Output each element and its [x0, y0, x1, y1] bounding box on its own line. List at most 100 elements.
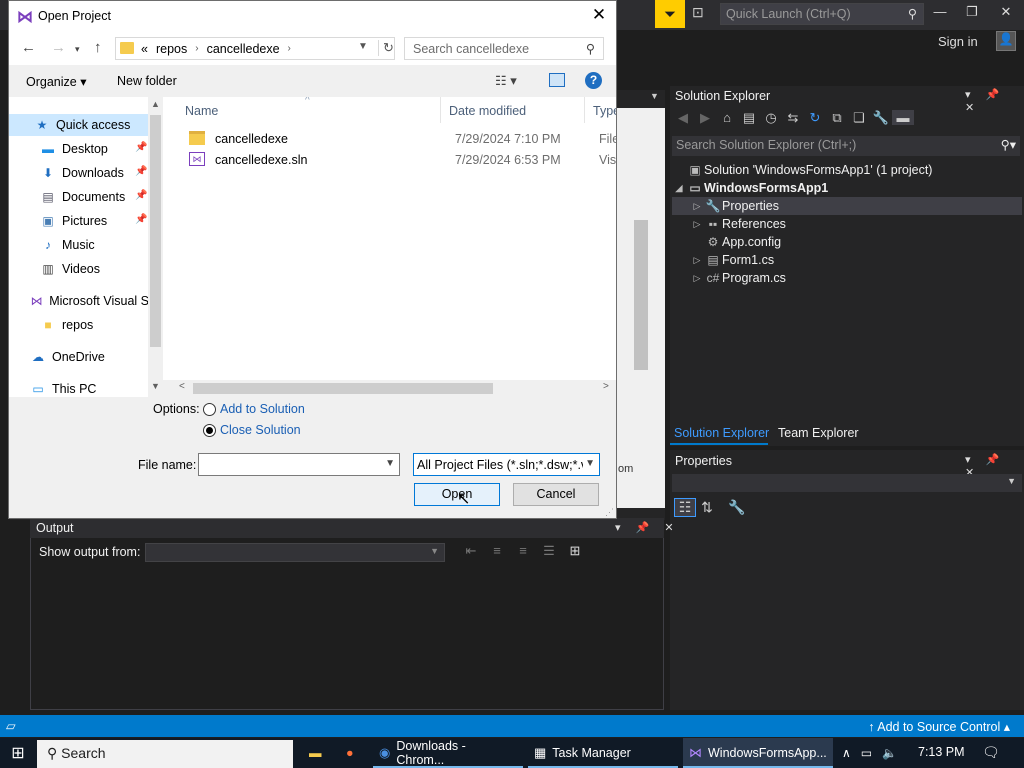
- file-explorer-icon[interactable]: ▬: [303, 738, 328, 768]
- expanded-arrow-icon[interactable]: ◢: [672, 183, 686, 194]
- file-row-folder[interactable]: cancelledexe 7/29/2024 7:10 PM File fo: [171, 129, 616, 149]
- nav-item-videos[interactable]: ▥ Videos: [9, 258, 149, 280]
- nav-item-repos[interactable]: ■ repos: [9, 314, 149, 336]
- feedback-icon[interactable]: ⊡: [692, 4, 712, 24]
- sync-icon[interactable]: ⇆: [782, 110, 804, 126]
- show-hidden-icons-icon[interactable]: ∧: [842, 746, 851, 760]
- breadcrumb-repos[interactable]: repos: [156, 42, 187, 56]
- scroll-up-icon[interactable]: ▲: [151, 99, 160, 109]
- nav-item-documents[interactable]: ▤ Documents 📌: [9, 186, 149, 208]
- breadcrumb-cancelledexe[interactable]: cancelledexe: [207, 42, 280, 56]
- solution-explorer-search[interactable]: Search Solution Explorer (Ctrl+;) ⚲▾: [672, 136, 1020, 156]
- add-to-source-control[interactable]: ↑ Add to Source Control ▴: [868, 719, 1010, 734]
- collapsed-arrow-icon[interactable]: ▷: [690, 201, 704, 212]
- address-bar[interactable]: « repos › cancelledexe › ▼ ↻: [115, 37, 395, 60]
- document-dropdown-icon[interactable]: ▼: [650, 91, 659, 101]
- switch-views-icon[interactable]: ▤: [738, 110, 760, 126]
- windows-start-icon[interactable]: ⊞: [0, 738, 36, 768]
- panel-window-buttons[interactable]: ▾ 📌 ✕: [615, 521, 680, 534]
- output-status-icon[interactable]: ▱: [6, 718, 16, 733]
- tab-solution-explorer[interactable]: Solution Explorer: [674, 426, 769, 440]
- word-wrap-icon[interactable]: ⊞: [562, 543, 588, 559]
- nav-item-music[interactable]: ♪ Music: [9, 234, 149, 256]
- cancel-button[interactable]: Cancel: [513, 483, 599, 506]
- filter-icon[interactable]: ⏷: [655, 0, 685, 28]
- taskbar-item-task-manager[interactable]: ▦ Task Manager: [528, 738, 678, 768]
- forward-icon[interactable]: ▶: [694, 110, 716, 126]
- resize-grip-icon[interactable]: ⋰: [605, 507, 614, 518]
- taskbar-item-visual-studio[interactable]: ⋈ WindowsFormsApp...: [683, 738, 833, 768]
- tree-item-solution[interactable]: ▣ Solution 'WindowsFormsApp1' (1 project…: [672, 161, 1022, 179]
- new-folder-button[interactable]: New folder: [117, 74, 177, 88]
- back-arrow-icon[interactable]: ←: [21, 39, 36, 56]
- folder-search-input[interactable]: Search cancelledexe ⚲: [404, 37, 604, 60]
- back-icon[interactable]: ◀: [672, 110, 694, 126]
- refresh-icon[interactable]: ↻: [804, 110, 826, 126]
- up-arrow-icon[interactable]: ↑: [94, 39, 102, 56]
- nav-item-desktop[interactable]: ▬ Desktop 📌: [9, 138, 149, 160]
- close-window-button[interactable]: ✕: [996, 4, 1016, 24]
- refresh-icon[interactable]: ↻: [378, 40, 394, 56]
- volume-muted-icon[interactable]: 🔈: [882, 746, 897, 760]
- nav-item-pictures[interactable]: ▣ Pictures 📌: [9, 210, 149, 232]
- output-source-select[interactable]: ▼: [145, 543, 445, 562]
- file-type-filter-select[interactable]: ▼ All Project Files (*.sln;*.dsw;*.vc: [413, 453, 600, 476]
- chevron-down-icon[interactable]: ▼: [385, 458, 395, 469]
- tree-item-project[interactable]: ◢ ▭ WindowsFormsApp1: [672, 179, 1022, 197]
- properties-object-select[interactable]: ▼: [672, 474, 1022, 492]
- tree-item-properties[interactable]: ▷ 🔧 Properties: [672, 197, 1022, 215]
- tree-item-app-config[interactable]: ⚙ App.config: [672, 233, 1022, 251]
- scroll-right-icon[interactable]: >: [603, 381, 609, 392]
- navigation-pane-scrollbar[interactable]: ▲ ▼: [148, 97, 163, 397]
- taskbar-item-chrome[interactable]: ◉ Downloads - Chrom...: [373, 738, 523, 768]
- nav-item-visual-studio[interactable]: ⋈ Microsoft Visual S: [9, 290, 149, 312]
- properties-wrench-icon[interactable]: 🔧: [870, 110, 892, 126]
- column-header-type[interactable]: Type: [585, 97, 616, 123]
- tree-item-program[interactable]: ▷ c# Program.cs: [672, 269, 1022, 287]
- taskbar-search[interactable]: ⚲ Search: [37, 740, 293, 768]
- recent-locations-icon[interactable]: ▾: [75, 44, 80, 55]
- preview-pane-icon[interactable]: [549, 73, 565, 87]
- scrollbar-thumb[interactable]: [193, 383, 493, 394]
- sign-in-link[interactable]: Sign in: [938, 34, 978, 49]
- dialog-close-button[interactable]: ✕: [589, 5, 609, 25]
- add-to-solution-radio[interactable]: Add to Solution: [203, 402, 305, 416]
- column-header-date-modified[interactable]: Date modified: [441, 97, 585, 123]
- collapsed-arrow-icon[interactable]: ▷: [690, 219, 704, 230]
- organize-button[interactable]: Organize ▾: [26, 74, 86, 89]
- file-name-input[interactable]: ▼: [198, 453, 400, 476]
- file-list-horizontal-scrollbar[interactable]: < >: [163, 380, 616, 397]
- notifications-icon[interactable]: 🗨: [982, 744, 1000, 761]
- breadcrumb-separator-icon[interactable]: ›: [195, 42, 198, 56]
- scroll-down-icon[interactable]: ▼: [151, 381, 160, 391]
- property-pages-icon[interactable]: 🔧: [726, 499, 748, 516]
- categorized-icon[interactable]: ☷: [674, 498, 696, 517]
- close-solution-radio[interactable]: Close Solution: [203, 423, 301, 437]
- scrollbar-thumb[interactable]: [150, 115, 161, 347]
- nav-item-downloads[interactable]: ⬇ Downloads 📌: [9, 162, 149, 184]
- tree-item-references[interactable]: ▷ ▪▪ References: [672, 215, 1022, 233]
- show-all-files-icon[interactable]: ❏: [848, 110, 870, 126]
- minimize-button[interactable]: —: [930, 4, 950, 24]
- preview-icon[interactable]: ▬: [892, 110, 914, 125]
- chevron-down-icon[interactable]: ▼: [358, 41, 368, 52]
- nav-item-this-pc[interactable]: ▭ This PC: [9, 378, 149, 397]
- collapsed-arrow-icon[interactable]: ▷: [690, 255, 704, 266]
- scroll-left-icon[interactable]: <: [179, 381, 185, 392]
- column-header-name[interactable]: Name: [177, 97, 441, 123]
- home-icon[interactable]: ⌂: [716, 110, 738, 125]
- file-row-solution[interactable]: ⋈ cancelledexe.sln 7/29/2024 6:53 PM Vis…: [171, 150, 616, 170]
- alphabetical-icon[interactable]: ⇅: [696, 499, 718, 516]
- tree-item-form1[interactable]: ▷ ▤ Form1.cs: [672, 251, 1022, 269]
- network-icon[interactable]: ▭: [861, 746, 872, 760]
- nav-item-quick-access[interactable]: ★ Quick access: [9, 114, 149, 136]
- prev-message-icon[interactable]: ≡: [484, 543, 510, 558]
- firefox-icon[interactable]: ●: [340, 738, 360, 768]
- find-message-icon[interactable]: ⇤: [458, 543, 484, 559]
- history-icon[interactable]: ◷: [760, 110, 782, 126]
- help-icon[interactable]: ?: [585, 72, 602, 89]
- account-avatar-icon[interactable]: 👤: [996, 31, 1016, 51]
- change-view-icon[interactable]: ☷ ▾: [495, 73, 517, 89]
- quick-launch-input[interactable]: Quick Launch (Ctrl+Q) ⚲: [720, 3, 924, 25]
- tab-team-explorer[interactable]: Team Explorer: [778, 426, 859, 440]
